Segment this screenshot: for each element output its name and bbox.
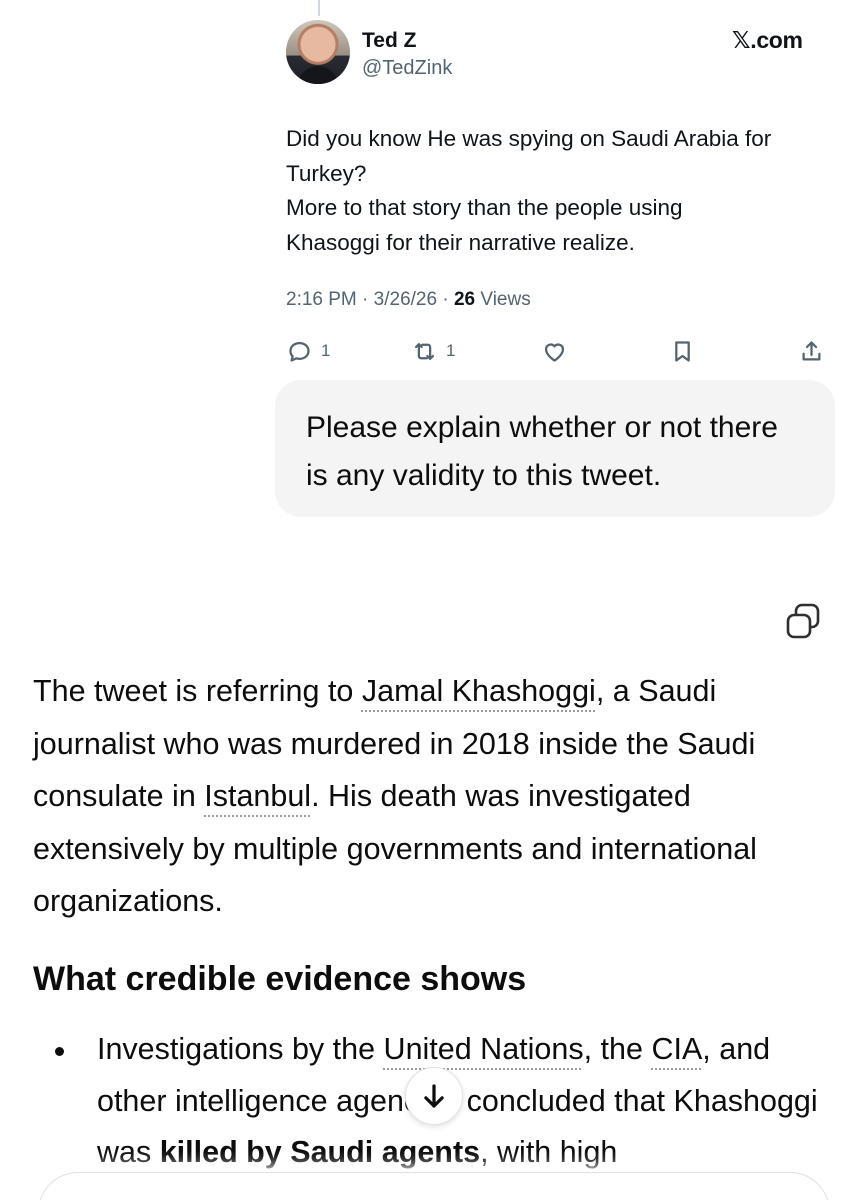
- tweet-time: 2:16 PM: [286, 289, 357, 310]
- meta-separator: ·: [362, 289, 374, 310]
- tweet-text-line: Did you know He was spying on Saudi Arab…: [286, 126, 772, 151]
- tweet-text-line: Turkey?: [286, 160, 367, 186]
- like-button[interactable]: [541, 337, 568, 365]
- reply-icon: [289, 341, 310, 362]
- tweet-text-line: Khasoggi for their narrative realize.: [286, 229, 635, 255]
- bookmark-icon: [675, 340, 690, 362]
- repost-icon: [414, 342, 435, 360]
- copy-icon: [786, 603, 820, 639]
- entity-link-istanbul[interactable]: Istanbul: [204, 779, 311, 813]
- author-handle: @TedZink: [362, 57, 453, 79]
- share-icon: [802, 340, 821, 360]
- answer-intro: The tweet is referring to Jamal Khashogg…: [33, 665, 833, 928]
- arrow-down-icon: [424, 1084, 444, 1108]
- avatar-shirt: [298, 66, 338, 84]
- entity-link-jamal-khashoggi[interactable]: Jamal Khashoggi: [362, 674, 596, 708]
- answer-text: , the: [583, 1032, 652, 1066]
- tweet-views-label: Views: [480, 289, 531, 310]
- thread-line: [318, 0, 320, 16]
- user-message-bubble: Please explain whether or not there is a…: [275, 380, 835, 517]
- scroll-to-bottom-button[interactable]: [405, 1067, 463, 1125]
- entity-link-cia[interactable]: CIA: [651, 1032, 702, 1066]
- tweet-text: Did you know He was spying on Saudi Arab…: [286, 122, 846, 260]
- chat-page: Ted Z @TedZink 𝕏.com Did you know He was…: [0, 0, 868, 1200]
- heart-icon: [544, 342, 565, 362]
- answer-text: Investigations by the: [97, 1032, 384, 1066]
- source-site-label: 𝕏.com: [732, 27, 803, 53]
- message-composer[interactable]: [38, 1172, 830, 1200]
- tweet-card: Ted Z @TedZink 𝕏.com Did you know He was…: [270, 0, 868, 385]
- reply-count: 1: [321, 341, 331, 360]
- tweet-date: 3/26/26: [373, 289, 438, 310]
- answer-text: , with high: [480, 1135, 618, 1169]
- copy-button[interactable]: [783, 601, 823, 641]
- repost-button[interactable]: 1: [411, 337, 455, 365]
- answer-heading: What credible evidence shows: [33, 960, 527, 998]
- repost-count: 1: [446, 341, 456, 360]
- tweet-views-count: 26: [453, 289, 476, 310]
- author-name: Ted Z: [362, 29, 417, 52]
- reply-button[interactable]: 1: [286, 337, 330, 365]
- entity-link-united-nations[interactable]: United Nations: [384, 1032, 584, 1066]
- tweet-actions: 1 1: [286, 337, 826, 365]
- tweet-meta: 2:16 PM · 3/26/26 · 26 Views: [286, 289, 531, 311]
- meta-separator: ·: [442, 289, 454, 310]
- bookmark-button[interactable]: [669, 337, 696, 365]
- bold-text: killed by Saudi agents: [159, 1135, 481, 1169]
- tweet-text-line: More to that story than the people using: [286, 195, 683, 220]
- avatar: [286, 20, 350, 84]
- share-button[interactable]: [798, 337, 825, 365]
- answer-text: The tweet is referring to: [33, 674, 362, 708]
